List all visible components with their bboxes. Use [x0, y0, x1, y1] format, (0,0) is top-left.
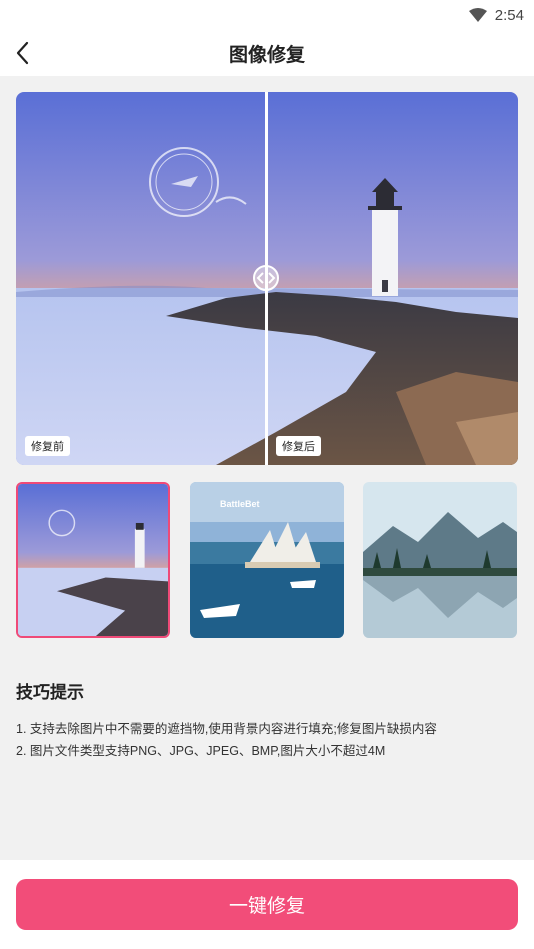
status-time: 2:54 — [494, 6, 524, 24]
tip-item: 1. 支持去除图片中不需要的遮挡物,使用背景内容进行填充;修复图片缺损内容 — [16, 722, 437, 736]
compare-image — [16, 92, 518, 465]
tips-title: 技巧提示 — [16, 683, 84, 702]
opera-watermark: BattleBet — [220, 499, 260, 509]
app-bar: 图像修复 — [0, 30, 534, 76]
page-title: 图像修复 — [228, 45, 305, 66]
wifi-icon — [468, 8, 487, 22]
sample-thumb-lighthouse[interactable] — [16, 482, 170, 638]
sample-thumbnails: BattleBet — [16, 482, 518, 638]
after-label: 修复后 — [276, 436, 321, 456]
mountain-lake-thumbnail-image — [363, 482, 517, 638]
compare-view[interactable]: 修复前 修复后 — [16, 92, 518, 465]
status-bar: 2:54 — [0, 0, 534, 30]
sample-thumb-opera-house[interactable]: BattleBet — [190, 482, 344, 638]
tip-item: 2. 图片文件类型支持PNG、JPG、JPEG、BMP,图片大小不超过4M — [16, 744, 386, 758]
sample-thumb-mountain-lake[interactable] — [363, 482, 517, 638]
lighthouse-thumbnail-image — [18, 484, 168, 636]
before-label: 修复前 — [25, 436, 70, 456]
bottom-bar: 一键修复 — [0, 860, 534, 949]
status-right: 2:54 — [468, 5, 524, 25]
one-click-repair-button[interactable]: 一键修复 — [16, 879, 518, 930]
opera-house-thumbnail-image — [190, 482, 344, 638]
